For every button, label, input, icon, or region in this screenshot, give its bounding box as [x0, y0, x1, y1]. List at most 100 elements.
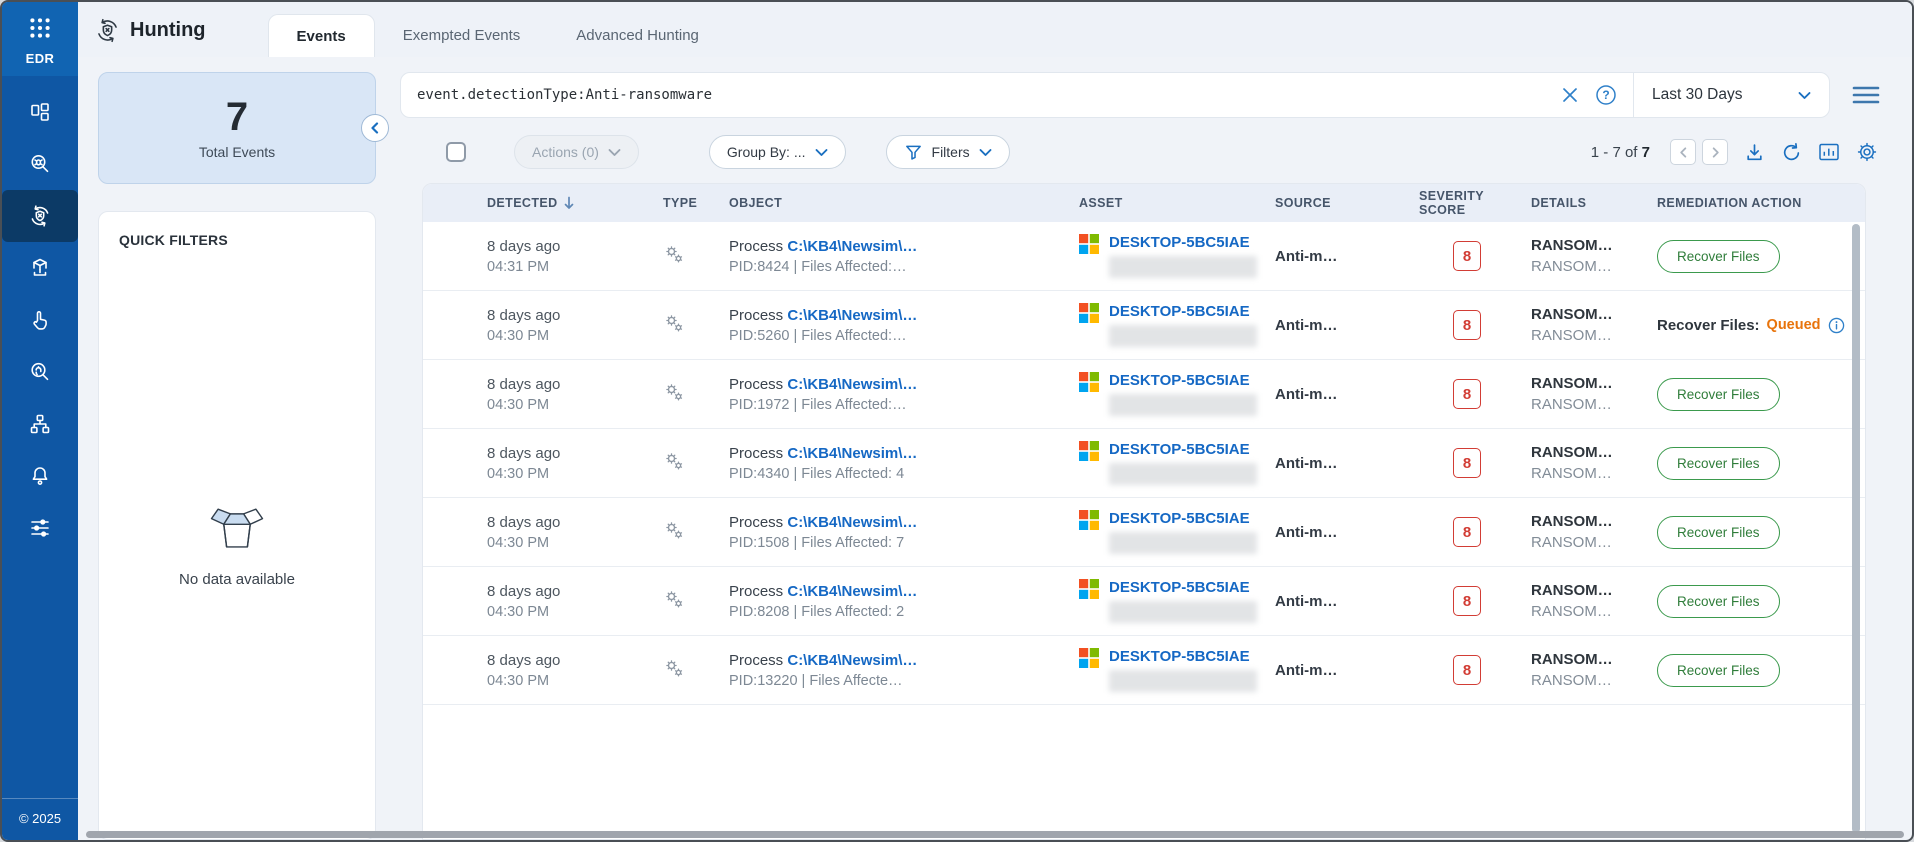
severity-badge: 8	[1453, 655, 1481, 685]
tab-exempted-events[interactable]: Exempted Events	[375, 14, 549, 57]
group-by-button[interactable]: Group By: ...	[708, 135, 846, 169]
object-path-link[interactable]: C:\KB4\Newsim\…	[787, 652, 917, 669]
remediation-cell: Recover Files	[1657, 515, 1865, 549]
download-icon[interactable]	[1744, 142, 1765, 163]
details-main: RANSOM…	[1531, 444, 1613, 461]
chart-icon[interactable]	[1818, 142, 1840, 162]
total-events-label: Total Events	[198, 143, 276, 160]
type-cell	[663, 657, 729, 683]
app-grid-icon[interactable]	[27, 15, 53, 41]
column-header-asset[interactable]: ASSET	[1079, 196, 1275, 210]
total-events-value: 7	[225, 94, 249, 139]
object-type-label: Process	[729, 513, 788, 531]
column-header-type[interactable]: TYPE	[663, 196, 729, 210]
table-header-row: DETECTED TYPE OBJECT ASSET SOURCE SEVERI…	[423, 184, 1865, 222]
sidebar-item-threat-search[interactable]	[2, 138, 78, 190]
severity-cell: 8	[1419, 310, 1531, 340]
column-header-remediation-action[interactable]: REMEDIATION ACTION	[1657, 196, 1865, 210]
sidebar-item-settings[interactable]	[2, 502, 78, 554]
time-range-dropdown[interactable]: Last 30 Days	[1633, 73, 1829, 117]
column-header-detected[interactable]: DETECTED	[487, 196, 663, 210]
asset-name-link[interactable]: DESKTOP-5BC5IAE	[1109, 234, 1257, 251]
event-row[interactable]: 8 days ago 04:30 PM Process C:\KB4\Newsim\…	[423, 498, 1865, 567]
chevron-down-icon	[815, 148, 828, 157]
menu-icon[interactable]	[1852, 85, 1880, 105]
actions-button[interactable]: Actions (0)	[514, 135, 639, 169]
asset-name-link[interactable]: DESKTOP-5BC5IAE	[1109, 303, 1257, 320]
tab-advanced-hunting[interactable]: Advanced Hunting	[548, 14, 727, 57]
prev-page-button[interactable]	[1670, 139, 1696, 165]
asset-cell: DESKTOP-5BC5IAE	[1079, 648, 1275, 692]
asset-name-link[interactable]: DESKTOP-5BC5IAE	[1109, 579, 1257, 596]
column-header-severity-score[interactable]: SEVERITY SCORE	[1419, 189, 1531, 217]
next-page-button[interactable]	[1702, 139, 1728, 165]
refresh-icon[interactable]	[1781, 142, 1802, 163]
sidebar-item-topology[interactable]	[2, 398, 78, 450]
asset-name-link[interactable]: DESKTOP-5BC5IAE	[1109, 372, 1257, 389]
recover-files-button[interactable]: Recover Files	[1657, 515, 1780, 549]
page-title: Hunting	[130, 19, 206, 41]
object-path-link[interactable]: C:\KB4\Newsim\…	[787, 376, 917, 393]
severity-cell: 8	[1419, 655, 1531, 685]
recover-files-button[interactable]: Recover Files	[1657, 653, 1780, 687]
sidebar-item-notifications[interactable]	[2, 450, 78, 502]
column-header-source[interactable]: SOURCE	[1275, 196, 1419, 210]
details-main: RANSOM…	[1531, 582, 1613, 599]
app-switcher[interactable]: EDR	[2, 2, 78, 76]
type-cell	[663, 381, 729, 407]
event-row[interactable]: 8 days ago 04:31 PM Process C:\KB4\Newsim\…	[423, 222, 1865, 291]
process-icon	[663, 381, 685, 403]
sidebar-item-response[interactable]	[2, 294, 78, 346]
event-row[interactable]: 8 days ago 04:30 PM Process C:\KB4\Newsim\…	[423, 429, 1865, 498]
recover-files-button[interactable]: Recover Files	[1657, 584, 1780, 618]
sidebar-item-forensics[interactable]	[2, 346, 78, 398]
info-icon[interactable]	[1828, 317, 1845, 334]
column-header-object[interactable]: OBJECT	[729, 196, 1079, 210]
event-row[interactable]: 8 days ago 04:30 PM Process C:\KB4\Newsim\…	[423, 567, 1865, 636]
threat-search-icon	[28, 152, 52, 176]
horizontal-scrollbar[interactable]	[86, 831, 1904, 838]
gear-icon[interactable]	[1856, 141, 1878, 163]
recover-files-button[interactable]: Recover Files	[1657, 377, 1780, 411]
sidebar-item-hunting[interactable]	[2, 190, 78, 242]
object-path-link[interactable]: C:\KB4\Newsim\…	[787, 307, 917, 324]
vertical-scrollbar[interactable]	[1852, 224, 1860, 833]
sidebar-item-assets[interactable]	[2, 242, 78, 294]
object-path-link[interactable]: C:\KB4\Newsim\…	[787, 445, 917, 462]
search-query-input[interactable]: event.detectionType:Anti-ransomware	[417, 87, 1561, 103]
severity-cell: 8	[1419, 586, 1531, 616]
collapse-panel-button[interactable]	[361, 114, 389, 142]
help-icon[interactable]: ?	[1595, 84, 1617, 106]
sidebar-item-dashboard[interactable]	[2, 86, 78, 138]
event-row[interactable]: 8 days ago 04:30 PM Process C:\KB4\Newsim\…	[423, 636, 1865, 705]
clear-search-icon[interactable]	[1561, 86, 1579, 104]
asset-cell: DESKTOP-5BC5IAE	[1079, 510, 1275, 554]
event-row[interactable]: 8 days ago 04:30 PM Process C:\KB4\Newsim\…	[423, 291, 1865, 360]
type-cell	[663, 450, 729, 476]
tab-events[interactable]: Events	[267, 14, 375, 57]
recover-files-button[interactable]: Recover Files	[1657, 239, 1780, 273]
detected-cell: 8 days ago 04:30 PM	[487, 514, 663, 551]
asset-name-link[interactable]: DESKTOP-5BC5IAE	[1109, 441, 1257, 458]
object-path-link[interactable]: C:\KB4\Newsim\…	[787, 514, 917, 531]
detected-relative: 8 days ago	[487, 582, 561, 600]
event-row[interactable]: 8 days ago 04:30 PM Process C:\KB4\Newsim\…	[423, 360, 1865, 429]
filters-button[interactable]: Filters	[885, 135, 1010, 169]
type-cell	[663, 588, 729, 614]
object-subtext: PID:5260 | Files Affected:…	[729, 327, 907, 344]
remediation-cell: Recover Files	[1657, 446, 1865, 480]
detected-cell: 8 days ago 04:30 PM	[487, 445, 663, 482]
process-icon	[663, 243, 685, 265]
asset-name-link[interactable]: DESKTOP-5BC5IAE	[1109, 510, 1257, 527]
asset-name-link[interactable]: DESKTOP-5BC5IAE	[1109, 648, 1257, 665]
column-header-details[interactable]: DETAILS	[1531, 196, 1657, 210]
object-path-link[interactable]: C:\KB4\Newsim\…	[787, 583, 917, 600]
total-events-card: 7 Total Events	[98, 72, 389, 184]
select-all-checkbox[interactable]	[446, 142, 466, 162]
object-path-link[interactable]: C:\KB4\Newsim\…	[787, 238, 917, 255]
details-cell: RANSOM… RANSOM…	[1531, 306, 1657, 344]
recover-files-button[interactable]: Recover Files	[1657, 446, 1780, 480]
source-text: Anti-m…	[1275, 592, 1338, 610]
rail-nav	[2, 86, 78, 554]
windows-logo-icon	[1079, 441, 1099, 485]
